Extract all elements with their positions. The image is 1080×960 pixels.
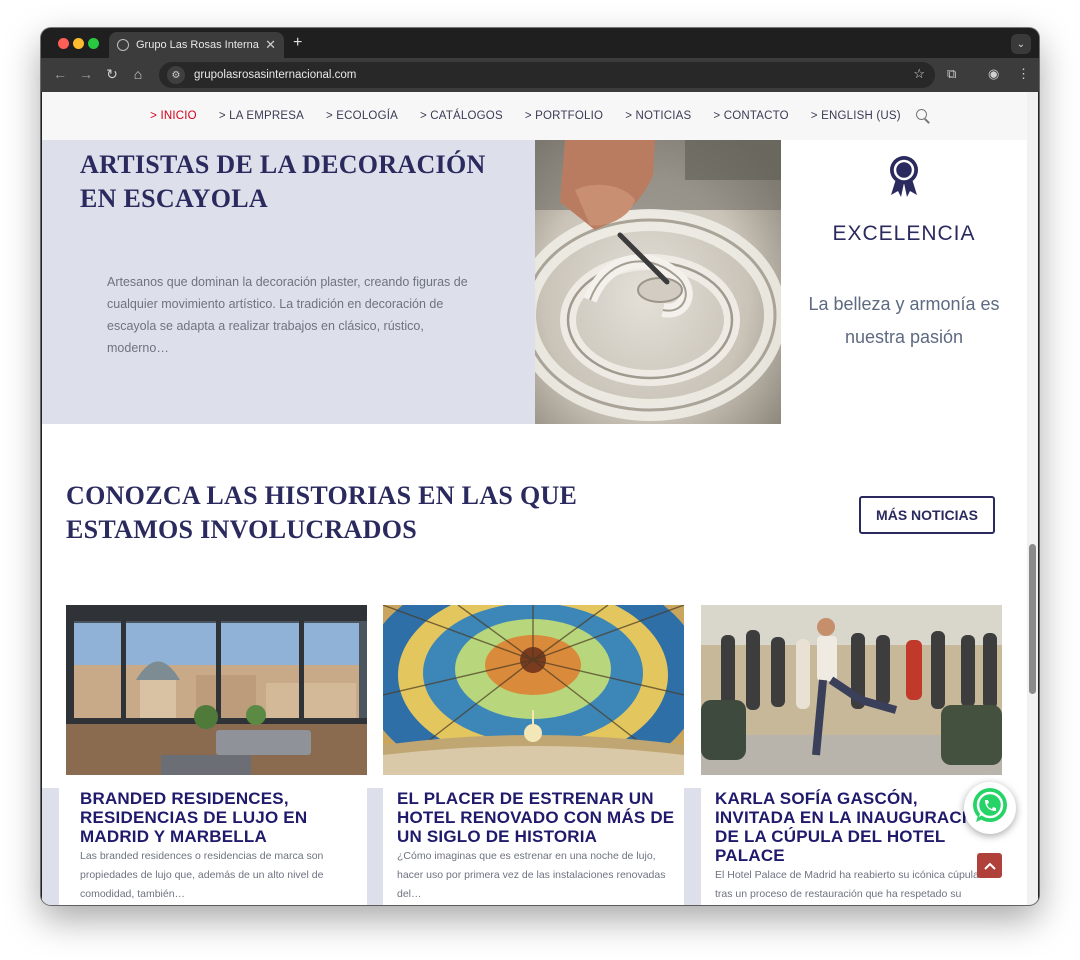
nav-item-inicio[interactable]: > INICIO xyxy=(150,110,197,122)
site-settings-icon[interactable]: ⚙ xyxy=(167,66,185,84)
nav-item-contacto[interactable]: > CONTACTO xyxy=(713,110,788,122)
address-bar[interactable]: ⚙ grupolasrosasinternacional.com ☆ xyxy=(159,62,935,88)
card-backdrop xyxy=(684,788,701,905)
card-backdrop xyxy=(367,788,384,905)
tab-title: Grupo Las Rosas Internacional xyxy=(136,39,259,51)
news-card[interactable]: EL PLACER DE ESTRENAR UN HOTEL RENOVADO … xyxy=(383,605,684,905)
menu-kebab-icon[interactable]: ⋮ xyxy=(1017,66,1030,82)
profile-icon[interactable]: ◉ xyxy=(988,66,999,82)
reload-icon[interactable]: ↻ xyxy=(103,66,121,83)
news-card-title[interactable]: EL PLACER DE ESTRENAR UN HOTEL RENOVADO … xyxy=(397,789,679,846)
page-viewport: > INICIO > LA EMPRESA > ECOLOGÍA > CATÁL… xyxy=(42,92,1027,905)
chevron-up-icon xyxy=(983,857,996,875)
news-card-title[interactable]: KARLA SOFÍA GASCÓN, INVITADA EN LA INAUG… xyxy=(715,789,997,865)
page-scrollbar[interactable] xyxy=(1027,92,1038,905)
search-icon[interactable] xyxy=(915,109,930,123)
bookmark-star-icon[interactable]: ☆ xyxy=(913,66,925,82)
penthouse-view-photo xyxy=(66,605,367,775)
tab-search-chevron-icon[interactable]: ⌄ xyxy=(1011,34,1031,54)
minimize-window-button[interactable] xyxy=(73,38,84,49)
maximize-window-button[interactable] xyxy=(88,38,99,49)
whatsapp-icon xyxy=(970,786,1010,831)
news-card-excerpt: El Hotel Palace de Madrid ha reabierto s… xyxy=(715,869,979,900)
card-backdrop xyxy=(42,788,59,905)
browser-window: Grupo Las Rosas Internacional ✕ + ⌄ ← → … xyxy=(41,28,1039,905)
nav-item-portfolio[interactable]: > PORTFOLIO xyxy=(525,110,603,122)
close-window-button[interactable] xyxy=(58,38,69,49)
scroll-to-top-button[interactable] xyxy=(977,853,1002,878)
news-card-excerpt: ¿Cómo imaginas que es estrenar en una no… xyxy=(397,850,666,900)
nav-item-la-empresa[interactable]: > LA EMPRESA xyxy=(219,110,304,122)
nav-item-noticias[interactable]: > NOTICIAS xyxy=(625,110,691,122)
site-nav: > INICIO > LA EMPRESA > ECOLOGÍA > CATÁL… xyxy=(42,92,1027,140)
hotel-palace-event-photo xyxy=(701,605,1002,775)
news-card[interactable]: BRANDED RESIDENCES, RESIDENCIAS DE LUJO … xyxy=(66,605,367,905)
url-text: grupolasrosasinternacional.com xyxy=(194,69,357,81)
home-icon[interactable]: ⌂ xyxy=(129,66,147,82)
news-card-title[interactable]: BRANDED RESIDENCES, RESIDENCIAS DE LUJO … xyxy=(80,789,362,846)
extensions-icon[interactable]: ⧉ xyxy=(947,66,956,82)
hero-description: Artesanos que dominan la decoración plas… xyxy=(107,275,468,355)
news-section-title: CONOZCA LAS HISTORIAS EN LAS QUE ESTAMOS… xyxy=(66,481,578,544)
whatsapp-button[interactable] xyxy=(964,782,1016,834)
stained-glass-dome-photo xyxy=(383,605,684,775)
excellence-title: EXCELENCIA xyxy=(832,222,976,245)
plaster-carving-photo xyxy=(535,140,781,424)
nav-item-english[interactable]: > ENGLISH (US) xyxy=(811,110,901,122)
excellence-text: La belleza y armonía es nuestra pasión xyxy=(808,294,1000,347)
hero-title: ARTISTAS DE LA DECORACIÓN EN ESCAYOLA xyxy=(80,150,486,213)
browser-tab[interactable]: Grupo Las Rosas Internacional ✕ xyxy=(109,32,284,58)
nav-item-catalogos[interactable]: > CATÁLOGOS xyxy=(420,110,503,122)
more-news-button[interactable]: MÁS NOTICIAS xyxy=(859,496,995,534)
tab-strip: Grupo Las Rosas Internacional ✕ + ⌄ xyxy=(41,28,1039,58)
award-ribbon-icon xyxy=(888,155,920,202)
forward-arrow-icon[interactable]: → xyxy=(77,66,95,82)
close-tab-icon[interactable]: ✕ xyxy=(265,37,276,53)
news-card[interactable]: KARLA SOFÍA GASCÓN, INVITADA EN LA INAUG… xyxy=(701,605,1002,905)
browser-toolbar: ← → ↻ ⌂ ⚙ grupolasrosasinternacional.com… xyxy=(41,58,1039,92)
globe-icon xyxy=(117,39,129,51)
back-arrow-icon[interactable]: ← xyxy=(51,66,69,82)
new-tab-icon[interactable]: + xyxy=(293,34,302,52)
scrollbar-thumb[interactable] xyxy=(1029,544,1036,694)
news-card-excerpt: Las branded residences o residencias de … xyxy=(80,850,324,900)
hero-panel: ARTISTAS DE LA DECORACIÓN EN ESCAYOLA Ar… xyxy=(42,140,535,424)
nav-item-ecologia[interactable]: > ECOLOGÍA xyxy=(326,110,398,122)
excellence-panel: EXCELENCIA La belleza y armonía es nuest… xyxy=(781,140,1027,424)
